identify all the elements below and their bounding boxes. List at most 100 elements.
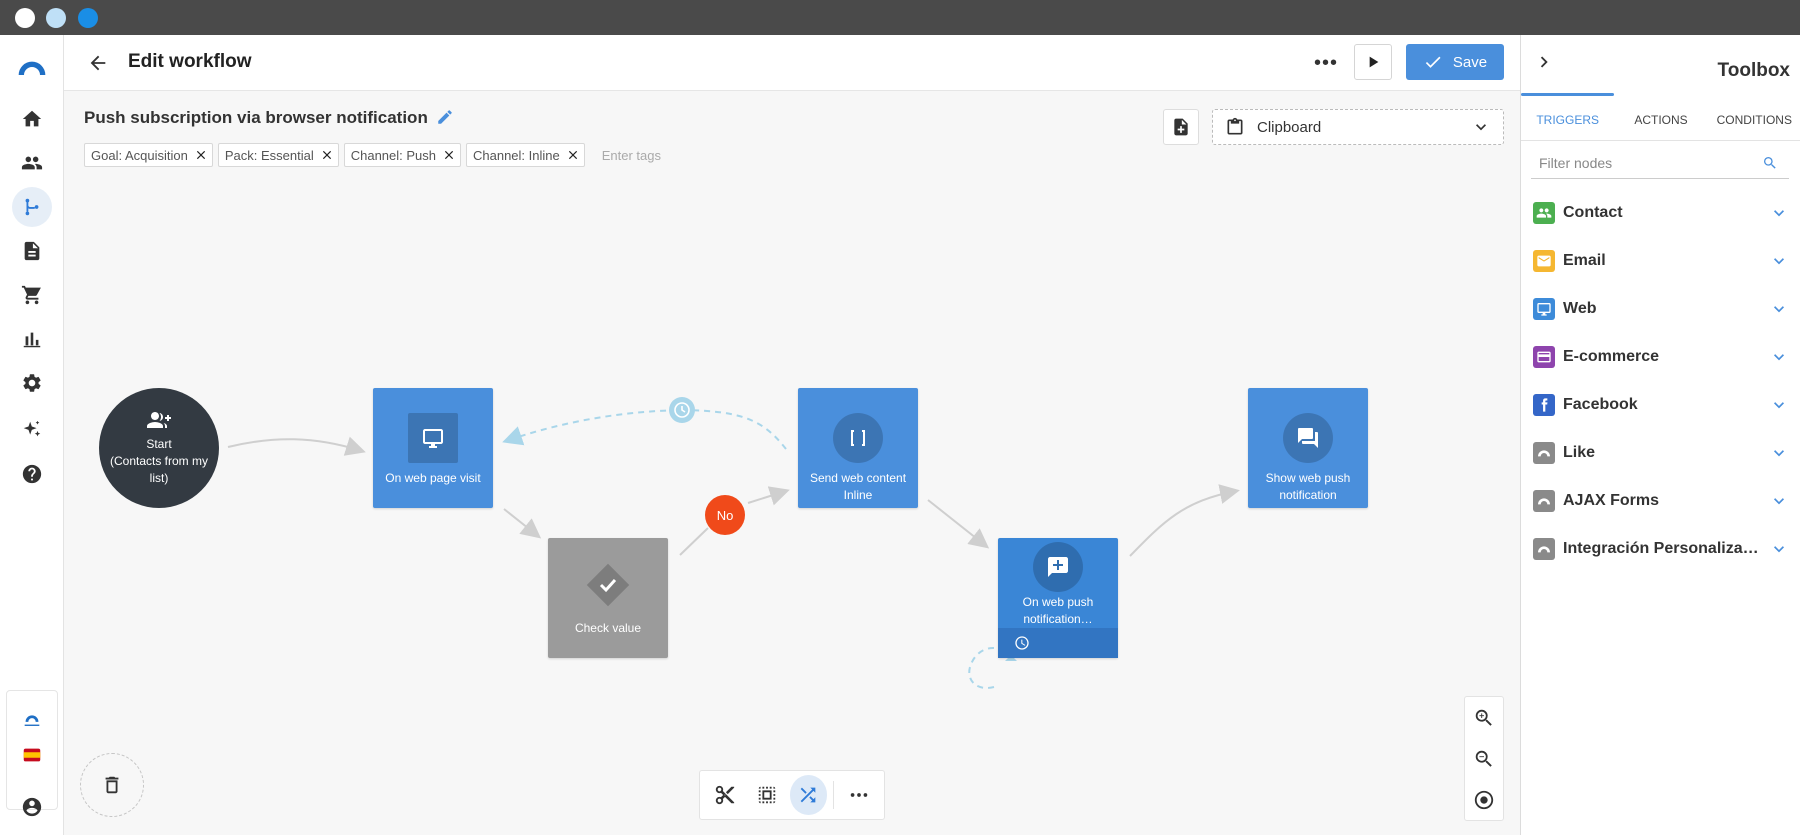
save-button-label: Save [1452,53,1488,71]
people-icon [1533,202,1555,224]
zoom-in-icon[interactable] [1468,702,1500,734]
play-icon [1369,56,1379,68]
canvas-toolbar [699,770,885,820]
filter-nodes [1531,147,1789,179]
no-branch-badge[interactable]: No [705,495,745,535]
start-node[interactable]: Start (Contacts from my list) [99,388,219,508]
contacts-icon[interactable] [12,143,52,183]
chevron-down-icon [1769,491,1789,511]
add-group-icon [147,412,171,428]
connector-visit-to-check [503,508,542,539]
account-logo-icon[interactable] [12,700,52,740]
chevron-down-icon [1769,539,1789,559]
window-close-dot[interactable] [15,8,35,28]
chevron-down-icon [1769,347,1789,367]
user-profile-icon[interactable] [12,787,52,827]
start-node-label: Start (Contacts from my list) [109,437,208,485]
help-icon[interactable] [12,454,52,494]
toolbox-category-like[interactable]: Like [1521,429,1800,477]
chevron-down-icon [1769,443,1789,463]
node-check-value[interactable]: Check value [548,538,668,658]
chat-bubbles-icon [1283,413,1333,463]
node-show-web-push-notification[interactable]: Show web push notification [1248,388,1368,508]
chevron-down-icon [1769,299,1789,319]
toolbox-category-email[interactable]: Email [1521,237,1800,285]
node-label: Show web push notification [1265,471,1351,502]
test-run-button[interactable] [1354,44,1392,80]
workflow-canvas[interactable]: Push subscription via browser notificati… [64,91,1520,835]
category-label: Integración Personaliza… [1563,540,1759,557]
clock-icon [1015,636,1029,650]
category-label: AJAX Forms [1563,492,1660,509]
search-icon[interactable] [1762,155,1778,171]
node-on-web-page-visit[interactable]: On web page visit [373,388,493,508]
content-icon[interactable] [12,231,52,271]
window-maximize-dot[interactable] [78,8,98,28]
node-label: On web push notification… [1022,595,1094,626]
save-button[interactable]: Save [1406,44,1504,80]
chevron-down-icon [1769,251,1789,271]
category-label: Facebook [1563,396,1638,413]
tab-actions[interactable]: ACTIONS [1614,93,1707,140]
back-arrow-icon[interactable] [84,49,112,77]
connector-start-to-visit [227,436,366,456]
node-send-web-content-inline[interactable]: Send web content Inline [798,388,918,508]
top-header: Edit workflow ••• Save [64,35,1520,91]
timeout-connector-send-to-visit [502,408,787,450]
reports-icon[interactable] [12,319,52,359]
toolbox-category-contact[interactable]: Contact [1521,189,1800,237]
window-titlebar [0,0,1800,35]
left-nav [0,35,64,835]
tab-triggers[interactable]: TRIGGERS [1521,93,1615,140]
check-diamond-icon [586,563,630,607]
chevron-down-icon [1769,203,1789,223]
toolbox-category-ajax-forms[interactable]: AJAX Forms [1521,477,1800,525]
zoom-controls [1464,696,1504,821]
spain-flag-icon[interactable] [12,735,52,775]
ai-sparkle-icon[interactable] [12,410,52,450]
more-options-button[interactable]: ••• [1310,51,1342,75]
select-area-icon[interactable] [748,775,786,815]
trash-drop-zone[interactable] [80,753,144,817]
toolbox-category-facebook[interactable]: Facebook [1521,381,1800,429]
category-label: E-commerce [1563,348,1660,365]
scissors-icon[interactable] [706,775,744,815]
cart-icon[interactable] [12,275,52,315]
connector-push-to-show [1129,484,1240,557]
chat-plus-icon [1033,542,1083,592]
toolbox-category-ecommerce[interactable]: E-commerce [1521,333,1800,381]
toolbar-divider [833,781,835,809]
home-icon[interactable] [12,99,52,139]
category-label: Email [1563,252,1606,269]
card-icon [1533,346,1555,368]
checkmark-icon [1425,56,1441,68]
toolbox-category-web[interactable]: Web [1521,285,1800,333]
connectif-icon [1533,538,1555,560]
filter-nodes-input[interactable] [1531,154,1756,171]
more-horizontal-icon[interactable] [840,775,878,815]
brand-logo[interactable] [12,47,52,87]
auto-layout-shuffle-icon[interactable] [789,775,828,815]
category-label: Web [1563,300,1597,317]
settings-gear-icon[interactable] [12,363,52,403]
trash-icon [105,776,119,794]
node-on-web-push-notification[interactable]: On web push notification… [998,538,1118,658]
window-minimize-dot[interactable] [46,8,66,28]
toolbox-tabs: TRIGGERS ACTIONS CONDITIONS [1521,93,1800,141]
toolbox-title: Toolbox [1717,60,1790,81]
workflows-icon[interactable] [12,187,52,227]
connector-send-to-push [927,499,990,549]
monitor-icon [1533,298,1555,320]
connectif-icon [1533,490,1555,512]
toolbox-panel: Toolbox TRIGGERS ACTIONS CONDITIONS Cont… [1520,35,1800,835]
connector-no-to-send [747,486,790,506]
chevron-right-icon[interactable] [1533,51,1557,75]
connector-check-to-no [679,527,709,556]
recenter-icon[interactable] [1468,784,1500,816]
chevron-down-icon [1769,395,1789,415]
tab-conditions[interactable]: CONDITIONS [1708,93,1800,140]
toolbox-category-integracion[interactable]: Integración Personaliza… [1521,525,1800,573]
brackets-icon [833,413,883,463]
zoom-out-icon[interactable] [1468,743,1500,775]
toolbox-category-list: Contact Email Web E-commerce Facebook Li… [1521,189,1800,573]
